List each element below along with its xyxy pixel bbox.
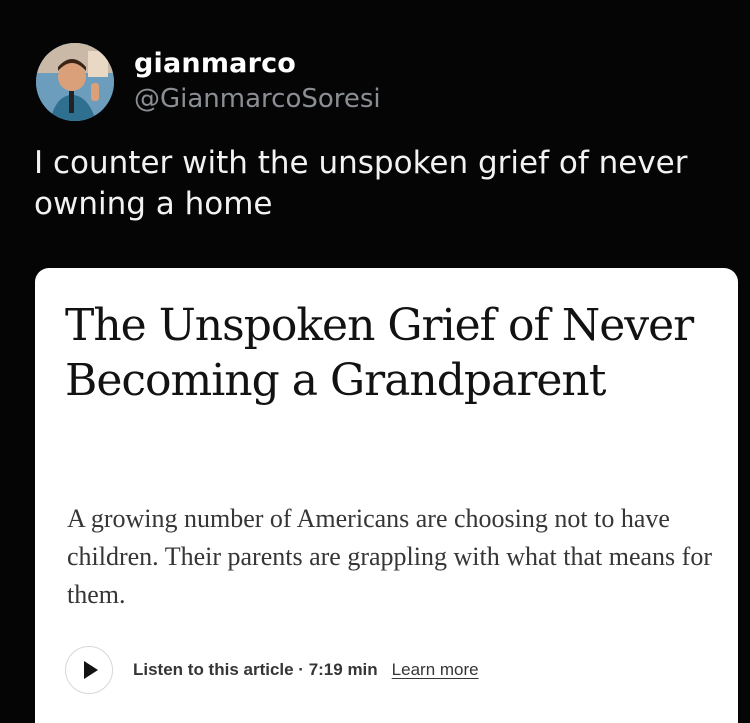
- article-headline[interactable]: The Unspoken Grief of Never Becoming a G…: [65, 298, 715, 408]
- learn-more-link[interactable]: Learn more: [392, 660, 479, 680]
- author-handle[interactable]: @GianmarcoSoresi: [134, 84, 381, 114]
- author-display-name[interactable]: gianmarco: [134, 48, 296, 79]
- article-summary: A growing number of Americans are choosi…: [67, 504, 712, 609]
- tweet-screenshot: gianmarco @GianmarcoSoresi I counter wit…: [0, 0, 750, 723]
- listen-label: Listen to this article · 7:19 min: [133, 660, 378, 679]
- audio-player: Listen to this article · 7:19 min Learn …: [65, 646, 479, 694]
- tweet-text: I counter with the unspoken grief of nev…: [34, 145, 688, 222]
- profile-photo-icon: [36, 43, 114, 121]
- avatar[interactable]: [36, 43, 114, 121]
- play-icon: [84, 661, 98, 679]
- article-card[interactable]: The Unspoken Grief of Never Becoming a G…: [35, 268, 738, 723]
- play-button[interactable]: [65, 646, 113, 694]
